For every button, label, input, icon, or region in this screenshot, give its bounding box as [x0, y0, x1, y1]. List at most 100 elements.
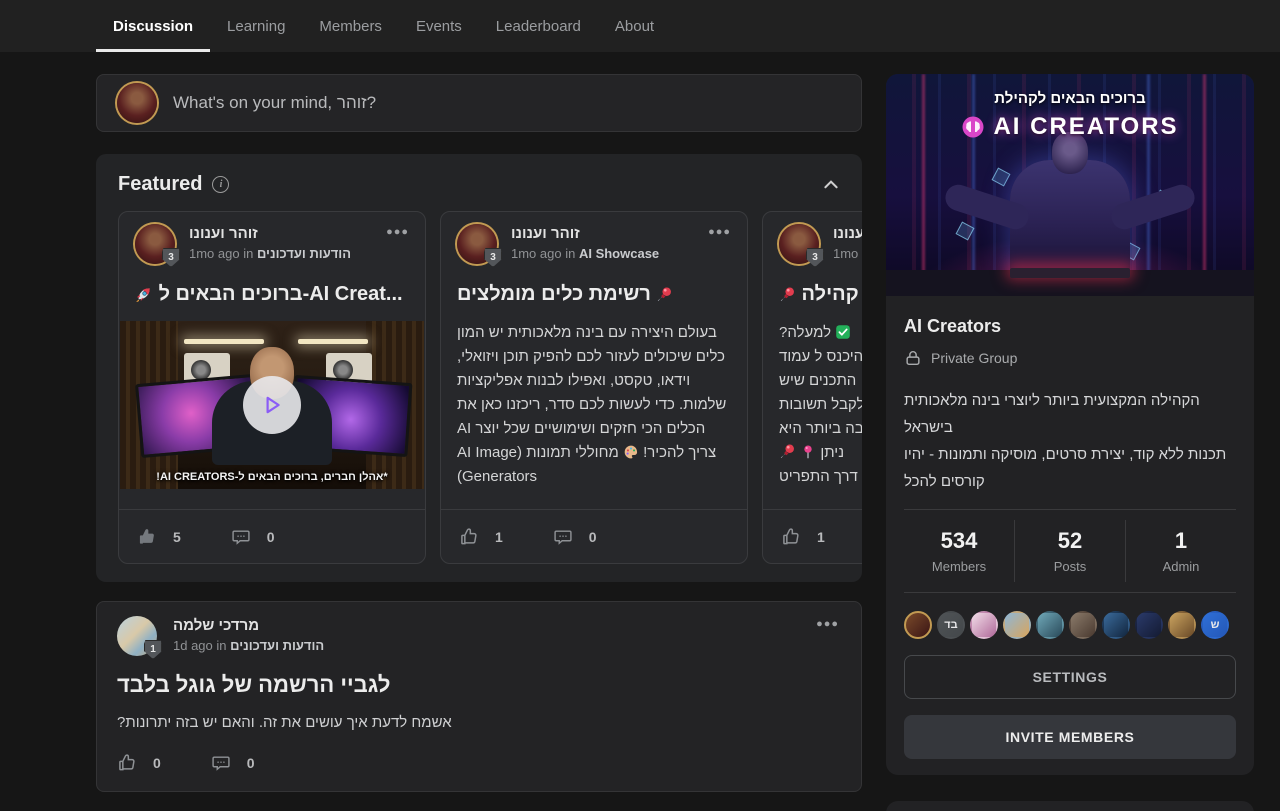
comment-button[interactable]: 0 [553, 527, 597, 547]
comment-count: 0 [589, 529, 597, 545]
level-badge: 3 [484, 248, 502, 267]
video-thumbnail[interactable]: *אהלן חברים, ברוכים הבאים ל-AI CREATORS! [120, 321, 424, 489]
tab-about[interactable]: About [598, 0, 671, 52]
tab-leaderboard[interactable]: Leaderboard [479, 0, 598, 52]
post-title: קהילה [779, 280, 862, 308]
post-category[interactable]: הודעות ועדכונים [257, 246, 351, 261]
author-avatar[interactable]: 3 [779, 224, 819, 264]
like-button[interactable]: 1 [781, 527, 825, 547]
featured-cards-row: 3 זוהר וענונו 1mo ago in הודעות ועדכונים… [118, 211, 862, 564]
post-composer[interactable]: What's on your mind, זוהר? [96, 74, 862, 132]
leaderboard-card: Leaderboard (30-days) [886, 801, 1254, 811]
member-avatar[interactable]: ש [1201, 611, 1229, 639]
post-meta: 1d ago in הודעות ועדכונים [173, 638, 800, 653]
featured-post-community[interactable]: 3 זוהר וענונו 1mo ago in קהילה למעלה? הי… [762, 211, 862, 564]
page-layout: What's on your mind, זוהר? Featured i 3 [0, 52, 1280, 811]
author-avatar[interactable]: 3 [135, 224, 175, 264]
engagement-bar: 0 0 [117, 753, 839, 773]
chevron-up-icon[interactable] [822, 176, 840, 194]
settings-button[interactable]: SETTINGS [904, 655, 1236, 699]
author-name[interactable]: זוהר וענונו [511, 225, 694, 242]
video-caption: *אהלן חברים, ברוכים הבאים ל-AI CREATORS! [120, 471, 424, 483]
top-nav: Discussion Learning Members Events Leade… [0, 0, 1280, 52]
post-title: לגביי הרשמה של גוגל בלבד [117, 672, 839, 698]
like-count: 1 [817, 529, 825, 545]
engagement-bar: 1 0 [763, 509, 862, 563]
tab-learning[interactable]: Learning [210, 0, 302, 52]
group-sidebar: ברוכים הבאים לקהילת AI CREATORS AI Creat… [886, 52, 1254, 811]
comment-count: 0 [247, 755, 255, 771]
tab-events[interactable]: Events [399, 0, 479, 52]
comment-button[interactable]: 0 [231, 527, 275, 547]
member-avatar[interactable] [904, 611, 932, 639]
post-category[interactable]: AI Showcase [579, 246, 659, 261]
author-avatar[interactable]: 3 [457, 224, 497, 264]
featured-header: Featured i [118, 173, 840, 196]
member-avatar[interactable] [1135, 611, 1163, 639]
member-avatar[interactable] [1102, 611, 1130, 639]
level-badge: 3 [806, 248, 824, 267]
stat-admins[interactable]: 1 Admin [1125, 520, 1236, 582]
group-info-card: ברוכים הבאים לקהילת AI CREATORS AI Creat… [886, 74, 1254, 775]
featured-post-tools[interactable]: 3 זוהר וענונו 1mo ago in AI Showcase ●●●… [440, 211, 748, 564]
post-card[interactable]: 1 מרדכי שלמה 1d ago in הודעות ועדכונים ●… [96, 601, 862, 792]
group-privacy: Private Group [904, 349, 1236, 367]
post-body: בעולם היצירה עם בינה מלאכותית יש המון כל… [457, 321, 731, 489]
author-name[interactable]: זוהר וענונו [833, 225, 862, 242]
current-user-avatar [117, 83, 157, 123]
like-button[interactable]: 0 [117, 753, 161, 773]
stat-posts[interactable]: 52 Posts [1014, 520, 1125, 582]
engagement-bar: 1 0 [441, 509, 747, 563]
member-avatar[interactable] [1036, 611, 1064, 639]
engagement-bar: 5 0 [119, 509, 425, 563]
author-avatar[interactable]: 1 [117, 616, 157, 656]
play-button[interactable] [243, 376, 301, 434]
post-menu-button[interactable]: ●●● [386, 224, 409, 240]
post-body: למעלה? היכנס ל עמוד התכנים שיש לקבל תשוב… [779, 321, 862, 489]
level-badge: 3 [162, 248, 180, 267]
featured-title: Featured [118, 173, 202, 196]
post-meta: 1mo ago in AI Showcase [511, 246, 694, 261]
author-name[interactable]: זוהר וענונו [189, 225, 372, 242]
member-avatar[interactable] [970, 611, 998, 639]
post-body: אשמח לדעת איך עושים את זה. והאם יש בזה י… [117, 714, 839, 731]
comment-count: 0 [267, 529, 275, 545]
invite-members-button[interactable]: INVITE MEMBERS [904, 715, 1236, 759]
post-category[interactable]: הודעות ועדכונים [230, 638, 324, 653]
lock-icon [904, 349, 922, 367]
level-badge: 1 [144, 640, 162, 659]
info-icon[interactable]: i [212, 176, 229, 193]
post-meta: 1mo ago in [833, 246, 862, 261]
like-button[interactable]: 1 [459, 527, 503, 547]
member-avatar[interactable] [1168, 611, 1196, 639]
group-name: AI Creators [904, 316, 1236, 337]
main-column: What's on your mind, זוהר? Featured i 3 [96, 52, 862, 792]
featured-post-welcome[interactable]: 3 זוהר וענונו 1mo ago in הודעות ועדכונים… [118, 211, 426, 564]
banner-welcome-text: ברוכים הבאים לקהילת [886, 90, 1254, 107]
brain-logo-icon [961, 115, 985, 139]
post-title: ברוכים הבאים ל-AI Creat... [135, 280, 409, 308]
like-count: 5 [173, 529, 181, 545]
post-meta: 1mo ago in הודעות ועדכונים [189, 246, 372, 261]
stat-members[interactable]: 534 Members [904, 520, 1014, 582]
composer-prompt: What's on your mind, זוהר? [173, 93, 376, 113]
post-menu-button[interactable]: ●●● [708, 224, 731, 240]
like-count: 1 [495, 529, 503, 545]
members-avatar-row: בד ש [904, 611, 1236, 639]
post-menu-button[interactable]: ●●● [816, 616, 839, 632]
group-stats: 534 Members 52 Posts 1 Admin [904, 510, 1236, 592]
banner-brand-text: AI CREATORS [993, 113, 1178, 141]
tab-members[interactable]: Members [302, 0, 399, 52]
group-banner[interactable]: ברוכים הבאים לקהילת AI CREATORS [886, 74, 1254, 296]
like-count: 0 [153, 755, 161, 771]
like-button[interactable]: 5 [137, 527, 181, 547]
post-title: רשימת כלים מומלצים [457, 280, 731, 308]
member-avatar[interactable] [1069, 611, 1097, 639]
member-avatar[interactable]: בד [937, 611, 965, 639]
tab-discussion[interactable]: Discussion [96, 0, 210, 52]
comment-button[interactable]: 0 [211, 753, 255, 773]
group-description: הקהילה המקצועית ביותר ליוצרי בינה מלאכות… [904, 387, 1236, 495]
featured-section: Featured i 3 זוהר וענונו 1mo [96, 154, 862, 582]
member-avatar[interactable] [1003, 611, 1031, 639]
author-name[interactable]: מרדכי שלמה [173, 617, 800, 634]
